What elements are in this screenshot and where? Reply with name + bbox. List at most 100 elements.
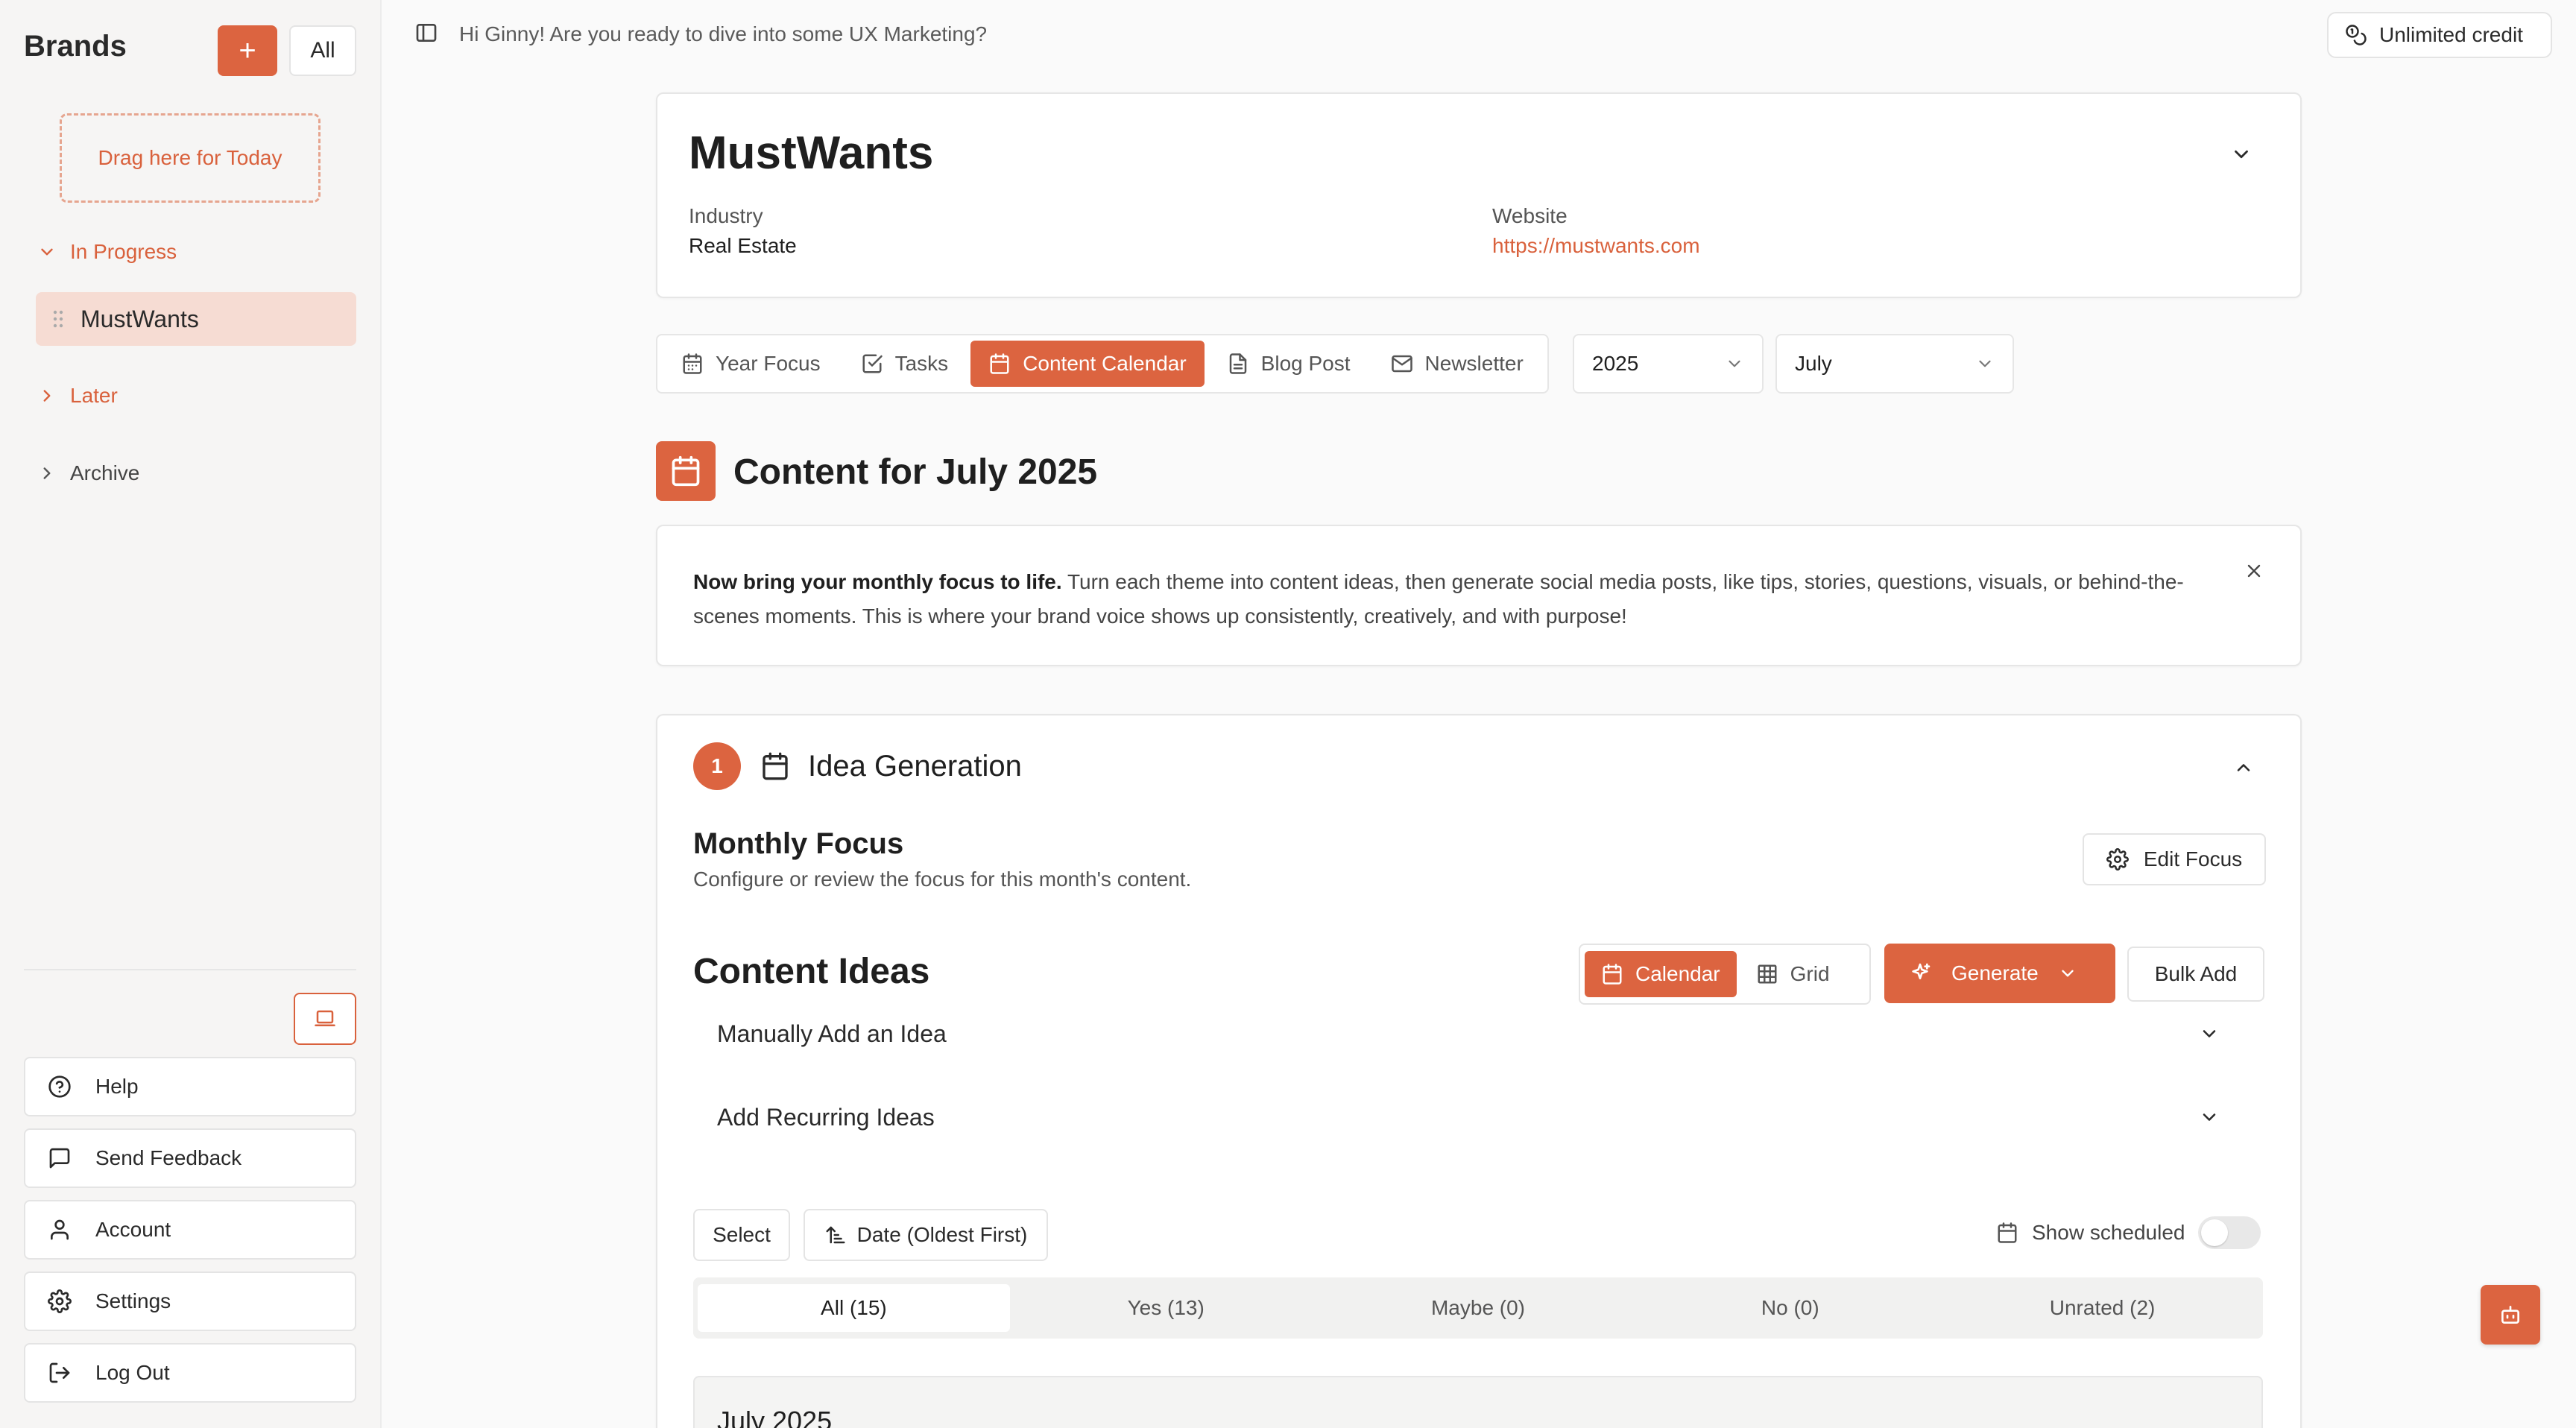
- sidebar: Brands + All Drag here for Today In Prog…: [0, 0, 382, 1428]
- info-bold: Now bring your monthly focus to life.: [693, 570, 1062, 593]
- help-label: Help: [95, 1075, 139, 1098]
- credit-badge[interactable]: Unlimited credit: [2327, 12, 2552, 58]
- filter-all[interactable]: All (15): [698, 1284, 1010, 1332]
- file-text-icon: [1227, 353, 1249, 375]
- grid-view-label: Grid: [1790, 962, 1830, 985]
- edit-focus-label: Edit Focus: [2143, 847, 2243, 871]
- close-icon[interactable]: [2244, 560, 2264, 581]
- show-scheduled-toggle[interactable]: Show scheduled: [1996, 1216, 2261, 1249]
- tab-tasks[interactable]: Tasks: [843, 341, 967, 387]
- tab-content-calendar[interactable]: Content Calendar: [970, 341, 1205, 387]
- sidebar-title: Brands: [24, 30, 127, 63]
- filter-no[interactable]: No (0): [1634, 1284, 1946, 1332]
- account-label: Account: [95, 1218, 171, 1241]
- select-button[interactable]: Select: [693, 1209, 790, 1261]
- generate-label: Generate: [1951, 961, 2039, 985]
- filter-maybe[interactable]: Maybe (0): [1322, 1284, 1635, 1332]
- collapse-sidebar-button[interactable]: [294, 993, 356, 1045]
- coins-icon: [2345, 24, 2367, 46]
- chevron-down-icon[interactable]: [2058, 964, 2077, 983]
- view-toggle: Calendar Grid: [1579, 944, 1871, 1005]
- edit-focus-button[interactable]: Edit Focus: [2083, 833, 2266, 885]
- add-brand-button[interactable]: +: [218, 25, 277, 76]
- grid-icon: [1756, 963, 1778, 985]
- chevron-right-icon: [37, 464, 57, 483]
- group-in-progress[interactable]: In Progress: [37, 240, 177, 264]
- chevron-up-icon[interactable]: [2233, 757, 2254, 778]
- sidebar-toggle-icon[interactable]: [414, 21, 438, 45]
- manual-add-label: Manually Add an Idea: [717, 1020, 947, 1047]
- calendar-icon: [760, 751, 790, 781]
- group-later[interactable]: Later: [37, 384, 118, 408]
- sort-ascending-icon: [824, 1224, 847, 1246]
- manual-add-accordion[interactable]: Manually Add an Idea: [693, 1008, 2244, 1060]
- toggle-switch[interactable]: [2198, 1216, 2261, 1249]
- help-button[interactable]: Help: [24, 1057, 356, 1116]
- assistant-button[interactable]: [2481, 1285, 2540, 1345]
- recurring-ideas-accordion[interactable]: Add Recurring Ideas: [693, 1091, 2244, 1143]
- laptop-icon: [314, 1008, 336, 1030]
- filter-unrated[interactable]: Unrated (2): [1946, 1284, 2258, 1332]
- calendar-icon: [1601, 963, 1623, 985]
- send-feedback-button[interactable]: Send Feedback: [24, 1128, 356, 1188]
- sort-label: Date (Oldest First): [856, 1223, 1028, 1246]
- checkbox-icon: [861, 353, 883, 375]
- month-select-value: July: [1795, 352, 1832, 375]
- filter-yes[interactable]: Yes (13): [1010, 1284, 1322, 1332]
- credit-label: Unlimited credit: [2379, 23, 2523, 46]
- calendar-view-button[interactable]: Calendar: [1585, 951, 1737, 997]
- info-text: Now bring your monthly focus to life. Tu…: [693, 565, 2199, 634]
- tab-label: Content Calendar: [1023, 352, 1187, 375]
- tab-year-focus[interactable]: Year Focus: [663, 341, 839, 387]
- idea-generation-card: 1 Idea Generation Monthly Focus Configur…: [656, 714, 2302, 1428]
- sort-button[interactable]: Date (Oldest First): [804, 1209, 1048, 1261]
- calendar-view-label: Calendar: [1635, 962, 1720, 985]
- group-label: Later: [70, 384, 118, 407]
- tab-newsletter[interactable]: Newsletter: [1373, 341, 1541, 387]
- chevron-down-icon: [1975, 354, 1995, 373]
- month-heading: July 2025: [717, 1406, 833, 1428]
- idea-generation-title: Idea Generation: [808, 750, 1022, 783]
- group-label: In Progress: [70, 240, 177, 263]
- generate-button[interactable]: Generate: [1884, 944, 2115, 1003]
- calendar-badge: [656, 441, 716, 501]
- grid-view-button[interactable]: Grid: [1740, 951, 1846, 997]
- chevron-down-icon: [2199, 1023, 2220, 1044]
- chevron-down-icon: [1725, 354, 1744, 373]
- rating-filter-tabs: All (15) Yes (13) Maybe (0) No (0) Unrat…: [693, 1277, 2263, 1339]
- step-number: 1: [693, 742, 741, 790]
- group-archive[interactable]: Archive: [37, 461, 139, 485]
- today-dropzone[interactable]: Drag here for Today: [60, 113, 321, 203]
- brand-name: MustWants: [689, 127, 934, 179]
- monthly-focus-title: Monthly Focus: [693, 827, 904, 860]
- log-out-button[interactable]: Log Out: [24, 1343, 356, 1403]
- feature-tabs: Year Focus Tasks Content Calendar Blog P…: [656, 334, 1549, 394]
- tab-label: Newsletter: [1424, 352, 1524, 375]
- website-label: Website: [1492, 204, 1568, 227]
- all-brands-button[interactable]: All: [289, 25, 356, 76]
- drag-handle-icon[interactable]: [52, 309, 64, 329]
- brand-item-mustwants[interactable]: MustWants: [36, 292, 356, 346]
- industry-value: Real Estate: [689, 234, 797, 257]
- greeting-text: Hi Ginny! Are you ready to dive into som…: [459, 22, 988, 45]
- website-link[interactable]: https://mustwants.com: [1492, 234, 1700, 258]
- sidebar-divider: [24, 969, 356, 970]
- settings-button[interactable]: Settings: [24, 1271, 356, 1331]
- gear-icon: [48, 1289, 72, 1313]
- mail-icon: [1391, 353, 1413, 375]
- bulk-add-button[interactable]: Bulk Add: [2127, 947, 2264, 1002]
- show-scheduled-label: Show scheduled: [2032, 1221, 2185, 1244]
- account-button[interactable]: Account: [24, 1200, 356, 1260]
- gear-icon: [2106, 848, 2129, 871]
- message-square-icon: [48, 1146, 72, 1170]
- sparkles-icon: [1908, 961, 1932, 985]
- user-icon: [48, 1218, 72, 1242]
- recurring-label: Add Recurring Ideas: [717, 1103, 935, 1131]
- month-select[interactable]: July: [1775, 334, 2014, 394]
- chevron-right-icon: [37, 386, 57, 405]
- chevron-down-icon[interactable]: [2230, 143, 2253, 165]
- help-circle-icon: [48, 1075, 72, 1099]
- tab-blog-post[interactable]: Blog Post: [1209, 341, 1368, 387]
- group-label: Archive: [70, 461, 140, 484]
- year-select[interactable]: 2025: [1573, 334, 1764, 394]
